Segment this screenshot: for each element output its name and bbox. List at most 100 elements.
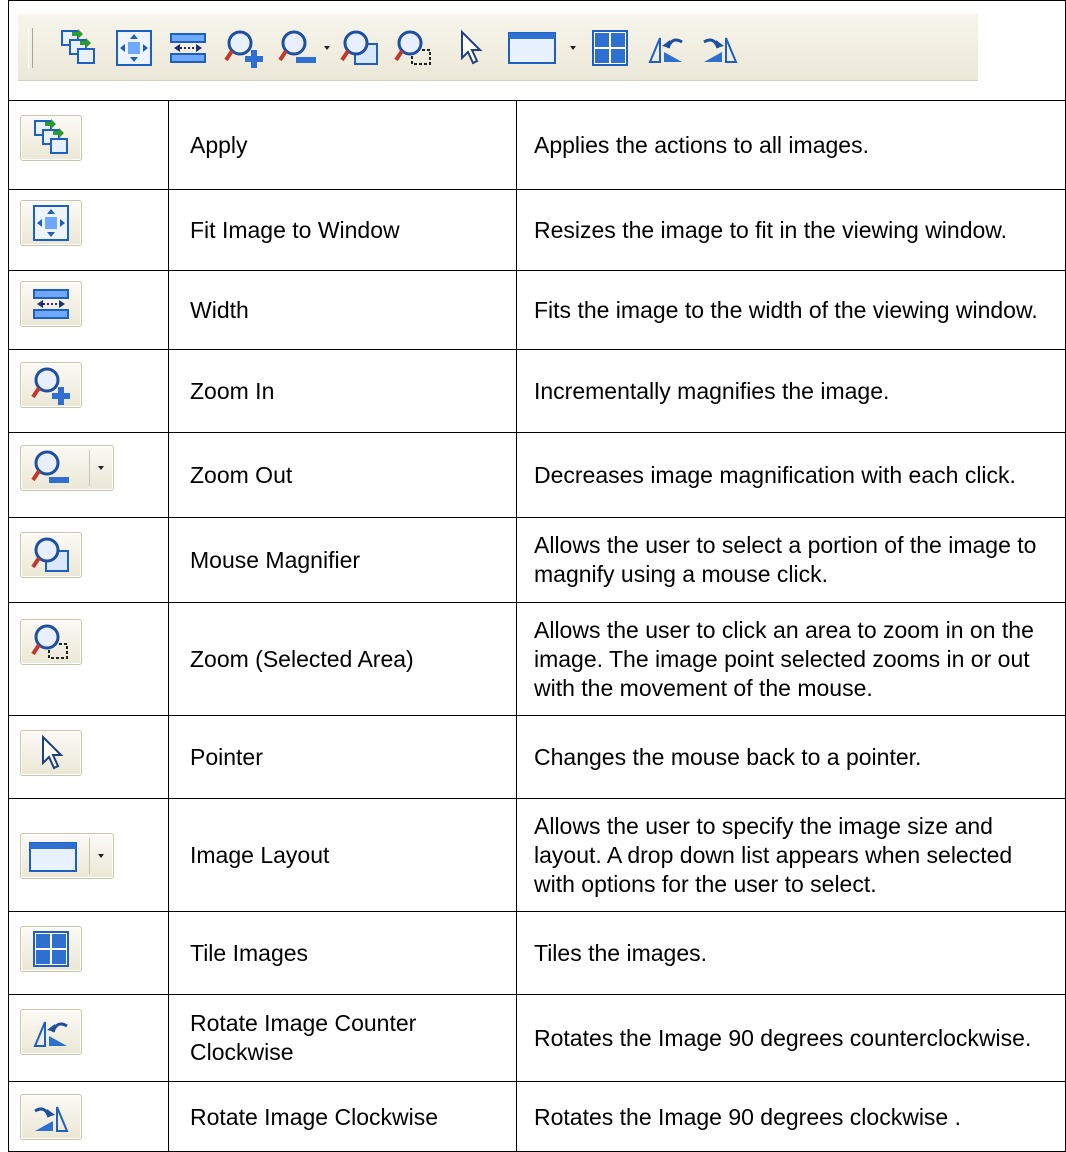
icon-cell [8, 1082, 168, 1152]
pointer-button[interactable] [20, 730, 82, 776]
name-cell: Zoom Out [169, 433, 516, 517]
table-row: Image Layout Allows the user to specify … [8, 799, 1066, 911]
rotate-counterclockwise-icon[interactable] [646, 28, 686, 68]
pointer-icon [42, 734, 64, 770]
apply-button[interactable] [20, 115, 82, 161]
table-row: Rotate Image Counter Clockwise Rotates t… [8, 995, 1066, 1081]
width-icon[interactable] [168, 28, 208, 68]
tool-description: Tiles the images. [534, 939, 707, 966]
description-cell: Allows the user to specify the image siz… [517, 799, 1057, 911]
table-row: Width Fits the image to the width of the… [8, 271, 1066, 349]
tool-name: Zoom Out [190, 461, 293, 488]
toolbar-reference-document: Apply Applies the actions to all images.… [0, 0, 1066, 1152]
tool-name: Image Layout [190, 841, 330, 868]
description-cell: Allows the user to select a portion of t… [517, 518, 1057, 602]
name-cell: Rotate Image Counter Clockwise [169, 995, 516, 1081]
tool-name: Tile Images [190, 939, 309, 966]
tile-images-button[interactable] [20, 926, 82, 972]
tool-description: Allows the user to click an area to zoom… [534, 616, 1034, 701]
image-layout-icon[interactable] [506, 28, 558, 68]
zoom-in-icon [31, 367, 70, 405]
dropdown-arrow-icon[interactable] [322, 28, 332, 68]
name-cell: Zoom (Selected Area) [169, 603, 516, 715]
mouse-magnifier-icon [31, 537, 69, 572]
table-row: Tile Images Tiles the images. [8, 912, 1066, 994]
dropdown-arrow-icon[interactable] [95, 838, 107, 874]
zoom-in-icon[interactable] [224, 28, 264, 68]
fit-to-window-icon[interactable] [114, 28, 154, 68]
name-cell: Pointer [169, 716, 516, 798]
fit-to-window-button[interactable] [20, 200, 82, 246]
icon-cell [8, 603, 168, 715]
tool-description: Allows the user to select a portion of t… [534, 532, 1037, 587]
table-row: Zoom (Selected Area) Allows the user to … [8, 603, 1066, 715]
icon-cell [8, 518, 168, 602]
dropdown-arrow-icon[interactable] [95, 450, 107, 486]
name-cell: Mouse Magnifier [169, 518, 516, 602]
table-row: Rotate Image Clockwise Rotates the Image… [8, 1082, 1066, 1152]
name-cell: Rotate Image Clockwise [169, 1082, 516, 1152]
tool-name: Zoom (Selected Area) [190, 645, 414, 672]
image-layout-button[interactable] [20, 833, 114, 879]
tool-description: Rotates the Image 90 degrees countercloc… [534, 1024, 1032, 1051]
top-border [8, 0, 1066, 1]
name-cell: Zoom In [169, 350, 516, 432]
column-divider-1 [168, 100, 169, 1152]
mouse-magnifier-icon[interactable] [340, 28, 380, 68]
zoom-out-icon [31, 450, 69, 483]
zoom-selected-area-icon[interactable] [394, 28, 434, 68]
rotate-clockwise-button[interactable] [20, 1094, 82, 1140]
icon-cell [8, 716, 168, 798]
tool-name: Mouse Magnifier [190, 546, 361, 573]
rotate-clockwise-icon[interactable] [700, 28, 740, 68]
name-cell: Tile Images [169, 912, 516, 994]
table-row: Zoom Out Decreases image magnification w… [8, 433, 1066, 517]
description-cell: Tiles the images. [517, 912, 1057, 994]
zoom-out-icon[interactable] [278, 28, 318, 68]
tool-name: Rotate Image Counter Clockwise [190, 1010, 417, 1065]
apply-icon[interactable] [58, 28, 98, 68]
column-divider-2 [516, 100, 517, 1152]
icon-cell [8, 912, 168, 994]
zoom-out-button[interactable] [20, 445, 114, 491]
mouse-magnifier-button[interactable] [20, 532, 82, 578]
description-cell: Fits the image to the width of the viewi… [517, 271, 1057, 349]
dropdown-arrow-icon[interactable] [568, 28, 578, 68]
tool-description: Resizes the image to fit in the viewing … [534, 216, 1008, 243]
tool-name: Rotate Image Clockwise [190, 1103, 438, 1130]
toolbar-grip[interactable] [28, 28, 33, 68]
fit-to-window-icon [33, 205, 69, 241]
image-layout-icon [29, 842, 77, 872]
tool-name: Apply [190, 131, 248, 158]
image-toolbar [18, 14, 978, 81]
width-icon [33, 289, 69, 319]
tool-description: Changes the mouse back to a pointer. [534, 743, 922, 770]
description-cell: Incrementally magnifies the image. [517, 350, 1057, 432]
zoom-selected-area-button[interactable] [20, 619, 82, 665]
name-cell: Image Layout [169, 799, 516, 911]
tool-description: Decreases image magnification with each … [534, 461, 1016, 488]
pointer-icon[interactable] [450, 28, 490, 68]
icon-cell [8, 190, 168, 270]
table-row: Fit Image to Window Resizes the image to… [8, 190, 1066, 270]
split-separator [89, 450, 90, 486]
tile-images-icon[interactable] [590, 28, 630, 68]
table-row: Zoom In Incrementally magnifies the imag… [8, 350, 1066, 432]
tool-description: Allows the user to specify the image siz… [534, 812, 1013, 897]
tool-name: Width [190, 296, 249, 323]
tool-description: Fits the image to the width of the viewi… [534, 296, 1038, 323]
description-cell: Changes the mouse back to a pointer. [517, 716, 1057, 798]
width-button[interactable] [20, 281, 82, 327]
table-row: Apply Applies the actions to all images. [8, 101, 1066, 189]
description-cell: Rotates the Image 90 degrees clockwise . [517, 1082, 1057, 1152]
tool-name: Fit Image to Window [190, 216, 400, 243]
tool-description: Incrementally magnifies the image. [534, 377, 890, 404]
tile-images-icon [33, 931, 69, 967]
icon-cell [8, 995, 168, 1081]
tool-description: Rotates the Image 90 degrees clockwise . [534, 1103, 962, 1130]
zoom-in-button[interactable] [20, 362, 82, 408]
description-cell: Decreases image magnification with each … [517, 433, 1057, 517]
icon-cell [8, 101, 168, 189]
tool-description: Applies the actions to all images. [534, 131, 869, 158]
rotate-counterclockwise-button[interactable] [20, 1009, 82, 1055]
